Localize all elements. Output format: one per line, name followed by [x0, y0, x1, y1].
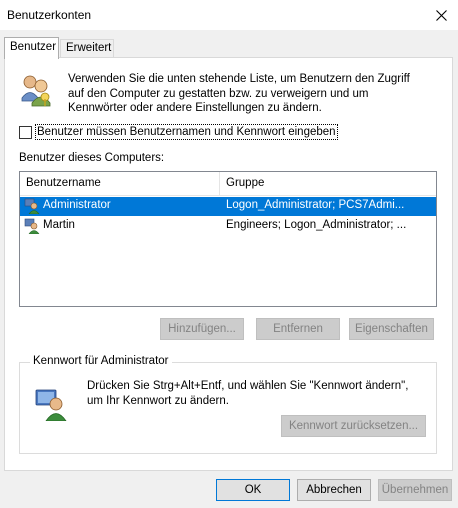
user-icon	[24, 218, 40, 234]
row-username: Martin	[43, 219, 75, 231]
row-group: Engineers; Logon_Administrator; ...	[226, 219, 407, 231]
require-login-label[interactable]: Benutzer müssen Benutzernamen und Kennwo…	[35, 124, 338, 140]
admin-user-icon	[35, 389, 67, 421]
remove-user-button[interactable]: Entfernen	[256, 318, 340, 340]
row-username: Administrator	[43, 199, 111, 211]
close-button[interactable]	[424, 0, 458, 30]
tab-benutzer[interactable]: Benutzer	[4, 37, 59, 59]
column-header-benutzername[interactable]: Benutzername	[20, 172, 220, 195]
user-icon	[24, 198, 40, 214]
ok-button[interactable]: OK	[216, 479, 290, 501]
require-login-checkbox[interactable]	[19, 125, 32, 139]
reset-password-button[interactable]: Kennwort zurücksetzen...	[281, 415, 426, 437]
apply-button[interactable]: Übernehmen	[378, 479, 452, 501]
password-groupbox: Kennwort für Administrator Drücken Sie S…	[19, 355, 437, 454]
window-title: Benutzerkonten	[7, 8, 92, 22]
password-group-title: Kennwort für Administrator	[30, 355, 172, 367]
cancel-button[interactable]: Abbrechen	[297, 479, 371, 501]
intro-text: Verwenden Sie die unten stehende Liste, …	[68, 73, 410, 114]
password-hint-text: Drücken Sie Strg+Alt+Entf, und wählen Si…	[87, 380, 409, 407]
row-group: Logon_Administrator; PCS7Admi...	[226, 199, 405, 211]
users-icon	[21, 75, 51, 107]
column-header-gruppe[interactable]: Gruppe	[220, 172, 436, 195]
list-header: Benutzername Gruppe	[20, 172, 436, 196]
require-login-row[interactable]: Benutzer müssen Benutzernamen und Kennwo…	[19, 124, 338, 140]
properties-button[interactable]: Eigenschaften	[349, 318, 434, 340]
table-row[interactable]: Administrator Logon_Administrator; PCS7A…	[20, 197, 436, 216]
title-bar: Benutzerkonten	[0, 0, 458, 30]
close-icon	[435, 9, 447, 21]
users-list-label: Benutzer dieses Computers:	[19, 152, 165, 164]
ok-button-label: OK	[244, 484, 262, 496]
tab-panel: Verwenden Sie die unten stehende Liste, …	[4, 57, 453, 471]
users-listview[interactable]: Benutzername Gruppe Administrator Logon_…	[19, 171, 437, 307]
tab-erweitert[interactable]: Erweitert	[60, 39, 114, 58]
table-row[interactable]: Martin Engineers; Logon_Administrator; .…	[20, 217, 436, 236]
add-user-button[interactable]: Hinzufügen...	[160, 318, 244, 340]
